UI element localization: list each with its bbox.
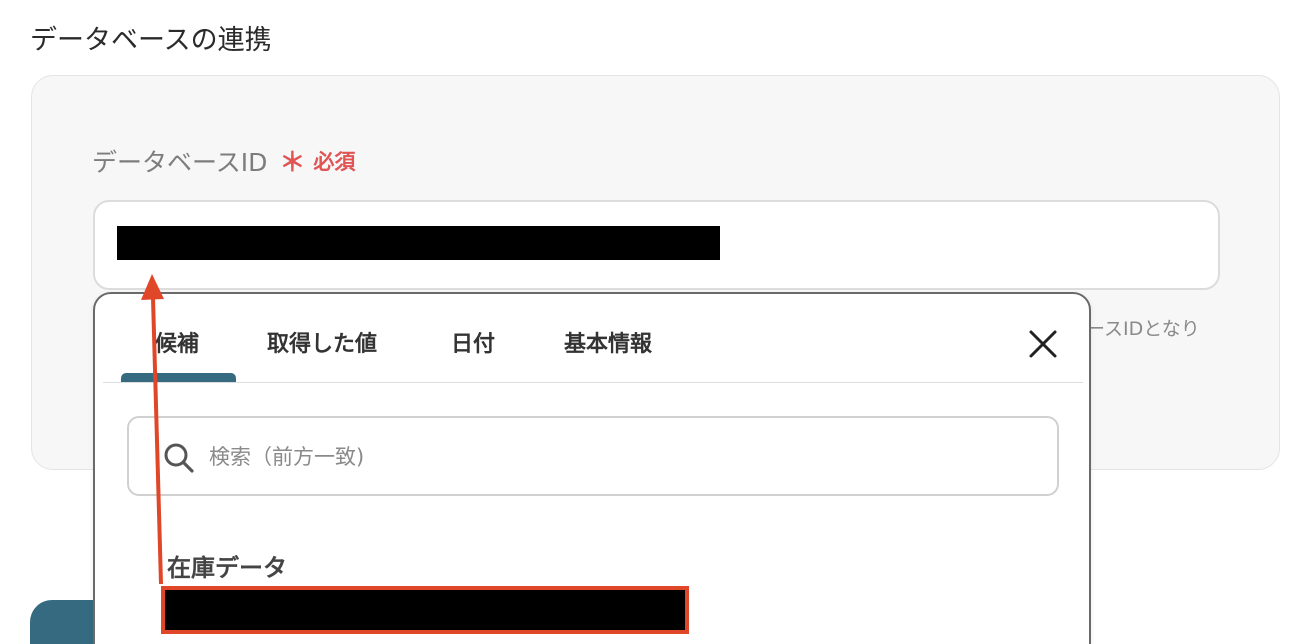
list-item[interactable] xyxy=(161,586,689,634)
required-badge: 必須 xyxy=(313,149,356,174)
tab-basic-info[interactable]: 基本情報 xyxy=(564,326,652,358)
field-label-text: データベースID xyxy=(92,147,268,177)
section-title: データベースの連携 xyxy=(30,25,272,56)
suggestion-dropdown: 候補 取得した値 日付 基本情報 在庫データ xyxy=(93,292,1091,644)
search-input[interactable] xyxy=(207,436,1031,478)
close-icon[interactable] xyxy=(1027,328,1059,360)
tab-date[interactable]: 日付 xyxy=(451,326,495,358)
field-label: データベースID ＊ 必須 xyxy=(92,142,355,179)
tab-candidates[interactable]: 候補 xyxy=(155,326,199,358)
help-text: ースIDとなり xyxy=(1086,318,1200,340)
tabs-divider xyxy=(103,382,1083,383)
group-heading: 在庫データ xyxy=(167,554,287,582)
search-icon xyxy=(164,443,194,473)
redacted-input-value xyxy=(117,226,720,260)
required-asterisk-icon: ＊ xyxy=(279,148,306,178)
page: データベースの連携 データベースID ＊ 必須 ースIDとなり 候補 取得した値… xyxy=(0,0,1316,644)
search-box[interactable] xyxy=(127,416,1059,496)
tab-retrieved-values[interactable]: 取得した値 xyxy=(267,326,377,358)
dropdown-tabs: 候補 取得した値 日付 基本情報 xyxy=(95,294,1089,386)
